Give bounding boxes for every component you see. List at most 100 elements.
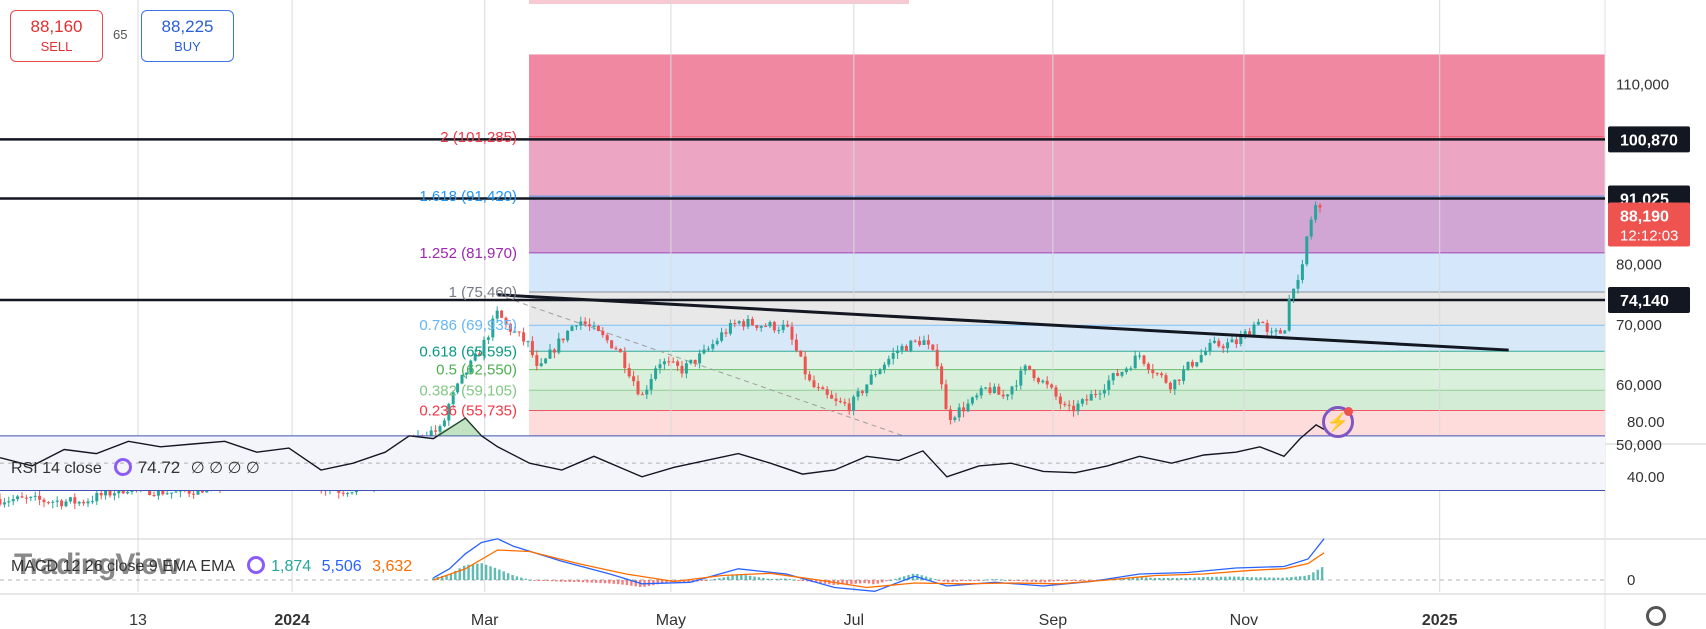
macd-histogram-bar: [898, 577, 901, 580]
candle-body: [1098, 393, 1102, 395]
candle-body: [803, 356, 807, 375]
macd-histogram-bar: [1232, 576, 1236, 580]
macd-histogram-bar: [621, 580, 624, 585]
candle-body: [658, 364, 662, 369]
candle-body: [1102, 389, 1106, 394]
candle-body: [962, 407, 966, 412]
settings-icon[interactable]: [113, 458, 132, 476]
candle-body: [997, 386, 1001, 395]
macd-histogram-bar: [946, 580, 950, 583]
candle-body: [1067, 404, 1071, 406]
macd-histogram-bar: [550, 580, 554, 582]
x-tick-label: 13: [129, 612, 147, 629]
macd-histogram-bar: [1285, 577, 1289, 580]
macd-histogram-bar: [572, 580, 576, 582]
candle-body: [724, 332, 728, 334]
macd-histogram-bar: [1188, 577, 1192, 580]
candle-body: [869, 374, 873, 385]
macd-histogram-bar: [546, 580, 549, 581]
candle-body: [992, 386, 996, 393]
candle-body: [1058, 396, 1062, 404]
candle-body: [878, 369, 882, 375]
macd-histogram-bar: [973, 580, 976, 581]
buy-button[interactable]: 88,225 BUY: [141, 10, 234, 62]
candle-body: [187, 490, 191, 494]
candle-body: [746, 318, 750, 327]
candle-body: [588, 324, 592, 327]
candle-body: [913, 340, 917, 342]
macd-histogram-bar: [726, 576, 730, 580]
gear-icon[interactable]: [1646, 606, 1666, 626]
candle-body: [1138, 355, 1142, 357]
candle-body: [759, 326, 763, 328]
candle-body: [16, 496, 20, 500]
macd-histogram-bar: [929, 577, 932, 580]
candle-body: [442, 420, 446, 427]
macd-histogram-bar: [1021, 580, 1025, 582]
candle-body: [77, 501, 81, 504]
macd-histogram-bar: [515, 576, 519, 580]
signal-line-value: 3,632: [372, 558, 413, 575]
candle-body: [1296, 279, 1300, 289]
settings-icon[interactable]: [247, 556, 266, 574]
candle-body: [632, 376, 636, 382]
macd-histogram-bar: [1017, 580, 1020, 581]
candle-body: [1278, 330, 1282, 334]
macd-histogram-bar: [951, 580, 954, 582]
macd-histogram-bar: [1276, 577, 1280, 580]
sell-button[interactable]: 88,160 SELL: [10, 10, 103, 62]
macd-histogram-bar: [568, 580, 571, 582]
candle-body: [689, 359, 693, 364]
candle-body: [55, 500, 59, 502]
macd-hist-value: 1,874: [271, 558, 312, 575]
candle-body: [570, 326, 574, 331]
candle-body: [834, 398, 838, 401]
rsi-tick-label: 80.00: [1627, 414, 1665, 431]
candle-body: [838, 400, 842, 403]
macd-legend[interactable]: MACD 12 26 close 9 EMA EMA 1,874 5,506 3,…: [11, 556, 418, 576]
sell-price: 88,160: [30, 17, 83, 36]
trading-chart[interactable]: 2 (101,285) 1.618 (91,420) 1.252 (81,970) 1…: [0, 0, 1706, 629]
macd-histogram-bar: [462, 565, 466, 580]
macd-histogram-bar: [960, 580, 963, 582]
macd-histogram-bar: [1316, 569, 1319, 580]
x-tick-label: Sep: [1039, 612, 1068, 629]
macd-histogram-bar: [625, 580, 629, 586]
candle-body: [988, 387, 992, 393]
fib-label: 0.382 (59,105): [419, 382, 517, 399]
candle-body: [764, 326, 768, 328]
rsi-legend[interactable]: RSI 14 close 74.72 ∅ ∅ ∅ ∅: [11, 458, 266, 478]
candle-body: [698, 353, 702, 364]
fib-label: 0.786 (69,935): [419, 317, 517, 334]
candle-body: [882, 364, 886, 370]
candle-body: [526, 341, 530, 343]
candle-body: [64, 501, 68, 507]
candle-body: [693, 359, 697, 364]
macd-histogram-bar: [1250, 577, 1253, 580]
candle-body: [640, 394, 644, 396]
y-tick-label: 110,000: [1616, 77, 1669, 94]
candle-body: [574, 325, 578, 327]
macd-histogram-bar: [506, 573, 510, 580]
macd-histogram-bar: [850, 580, 853, 584]
rsi-value: 74.72: [137, 458, 181, 477]
candle-body: [715, 340, 719, 345]
macd-histogram-bar: [1228, 576, 1231, 580]
candle-body: [605, 335, 609, 341]
macd-histogram-bar: [590, 580, 593, 583]
candle-body: [1182, 369, 1186, 381]
rsi-extra: ∅ ∅ ∅ ∅: [190, 460, 260, 477]
candle-body: [601, 330, 605, 336]
candle-body: [667, 361, 671, 363]
candle-body: [922, 340, 926, 345]
candle-body: [20, 496, 24, 498]
candle-body: [1195, 362, 1199, 367]
macd-histogram-bar: [634, 580, 637, 587]
macd-histogram-bar: [1307, 574, 1311, 580]
candle-body: [1041, 380, 1045, 383]
candle-body: [60, 500, 64, 507]
candle-body: [684, 363, 688, 374]
candle-body: [750, 318, 754, 326]
candle-body: [95, 492, 99, 502]
macd-histogram-bar: [986, 579, 989, 581]
